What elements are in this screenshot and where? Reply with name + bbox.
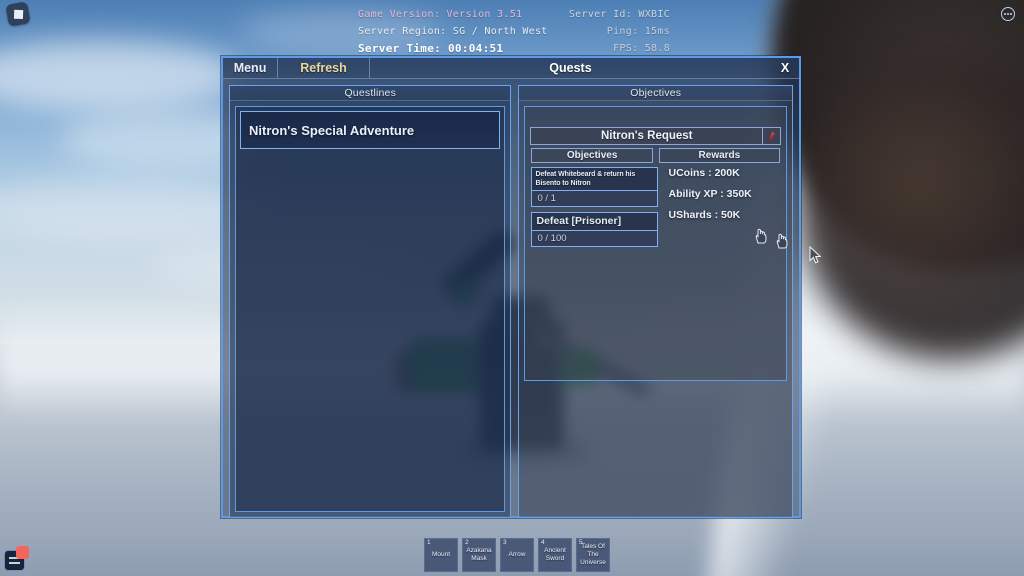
objectives-content: Nitron's Request Objectives Rewards Defe…	[524, 106, 787, 381]
objective-item[interactable]: Defeat [Prisoner] 0 / 100	[531, 212, 659, 247]
objective-progress: 0 / 100	[531, 230, 659, 247]
hotbar-slot-number: 5	[579, 539, 583, 546]
cloud	[240, 8, 440, 52]
hand-cursor	[776, 233, 788, 249]
menu-button[interactable]: Menu	[223, 58, 278, 78]
tab-objectives[interactable]: Objectives	[531, 148, 653, 163]
questlines-list: Nitron's Special Adventure	[235, 106, 506, 512]
hotbar: 1 Mount 2 Azakana Mask 3 Arrow 4 Ancient…	[424, 538, 610, 572]
chat-notification-badge	[16, 546, 29, 559]
hotbar-slot-label: Mount	[431, 551, 451, 558]
objective-description: Defeat Whitebeard & return his Bisento t…	[531, 167, 659, 190]
hotbar-slot[interactable]: 2 Azakana Mask	[462, 538, 496, 572]
rewards-list: UCoins : 200K Ability XP : 350K UShards …	[666, 167, 780, 374]
reward-item: Ability XP : 350K	[668, 188, 752, 200]
roblox-logo-icon[interactable]	[5, 1, 31, 27]
tab-rewards[interactable]: Rewards	[658, 148, 781, 163]
quests-window: Menu Refresh Quests X Questlines Nitron'…	[221, 56, 801, 518]
hotbar-slot-label: Azakana Mask	[466, 547, 492, 562]
objectives-list: Defeat Whitebeard & return his Bisento t…	[531, 167, 659, 374]
more-options-icon[interactable]	[998, 4, 1018, 24]
arrow-cursor	[809, 246, 822, 264]
quests-titlebar: Menu Refresh Quests X	[223, 58, 799, 79]
reward-item: UShards : 50K	[668, 209, 741, 221]
quests-body: Questlines Nitron's Special Adventure Ob…	[223, 79, 799, 518]
close-button[interactable]: X	[771, 58, 799, 78]
hotbar-slot-number: 2	[465, 539, 469, 546]
objective-description: Defeat [Prisoner]	[531, 212, 659, 230]
hotbar-slot[interactable]: 4 Ancient Sword	[538, 538, 572, 572]
hotbar-slot[interactable]: 5 Tales Of The Universe	[576, 538, 610, 572]
questlines-panel: Questlines Nitron's Special Adventure	[229, 85, 512, 518]
pin-glyph	[768, 131, 776, 143]
refresh-button[interactable]: Refresh	[278, 58, 370, 78]
hand-cursor	[755, 228, 767, 244]
page-title: Quests	[549, 61, 592, 75]
questline-item[interactable]: Nitron's Special Adventure	[240, 111, 501, 149]
objectives-header: Objectives	[519, 86, 792, 101]
objectives-rewards-columns: Defeat Whitebeard & return his Bisento t…	[531, 167, 780, 374]
hotbar-slot-number: 3	[503, 539, 507, 546]
hotbar-slot-number: 4	[541, 539, 545, 546]
quest-title-bar: Nitron's Request	[530, 127, 781, 145]
game-screen: Game Version: Version 3.51 Server Region…	[0, 0, 1024, 576]
hotbar-slot[interactable]: 1 Mount	[424, 538, 458, 572]
hotbar-slot-label: Ancient Sword	[544, 547, 566, 562]
reward-item: UCoins : 200K	[668, 167, 740, 179]
quest-title: Nitron's Request	[600, 130, 693, 142]
objectives-panel: Objectives Nitron's Request Objectives R…	[518, 85, 793, 518]
hotbar-slot-label: Tales Of The Universe	[580, 543, 606, 566]
hotbar-slot-number: 1	[427, 539, 431, 546]
questlines-header: Questlines	[230, 86, 511, 101]
hotbar-slot-label: Arrow	[508, 551, 526, 558]
pin-icon[interactable]	[762, 128, 780, 144]
hotbar-slot[interactable]: 3 Arrow	[500, 538, 534, 572]
questline-title: Nitron's Special Adventure	[249, 122, 415, 138]
objective-progress: 0 / 1	[531, 190, 659, 207]
objectives-tabs: Objectives Rewards	[531, 148, 781, 163]
objective-item[interactable]: Defeat Whitebeard & return his Bisento t…	[531, 167, 659, 207]
